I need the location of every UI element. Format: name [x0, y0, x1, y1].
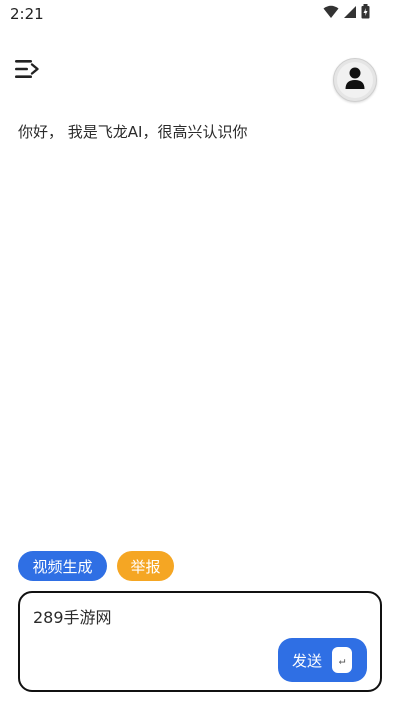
action-chips: 视频生成 举报 [18, 551, 174, 581]
send-button[interactable]: 发送 ↵ [278, 638, 367, 682]
person-icon [344, 66, 366, 94]
send-label: 发送 [292, 651, 323, 670]
video-generate-chip[interactable]: 视频生成 [18, 551, 107, 581]
status-icons [323, 3, 370, 23]
assistant-greeting: 你好， 我是飞龙AI，很高兴认识你 [18, 123, 248, 141]
status-time: 2:21 [10, 5, 44, 23]
message-composer: 发送 ↵ [18, 591, 382, 692]
battery-icon [361, 3, 370, 23]
status-bar: 2:21 [0, 0, 400, 28]
cell-signal-icon [343, 4, 357, 23]
avatar[interactable] [333, 58, 377, 102]
avatar-inner [337, 62, 373, 98]
wifi-icon [323, 4, 339, 23]
report-chip[interactable]: 举报 [117, 551, 174, 581]
menu-icon [14, 57, 40, 85]
menu-button[interactable] [14, 58, 40, 84]
enter-key-icon: ↵ [332, 647, 353, 673]
message-input[interactable] [33, 604, 353, 628]
